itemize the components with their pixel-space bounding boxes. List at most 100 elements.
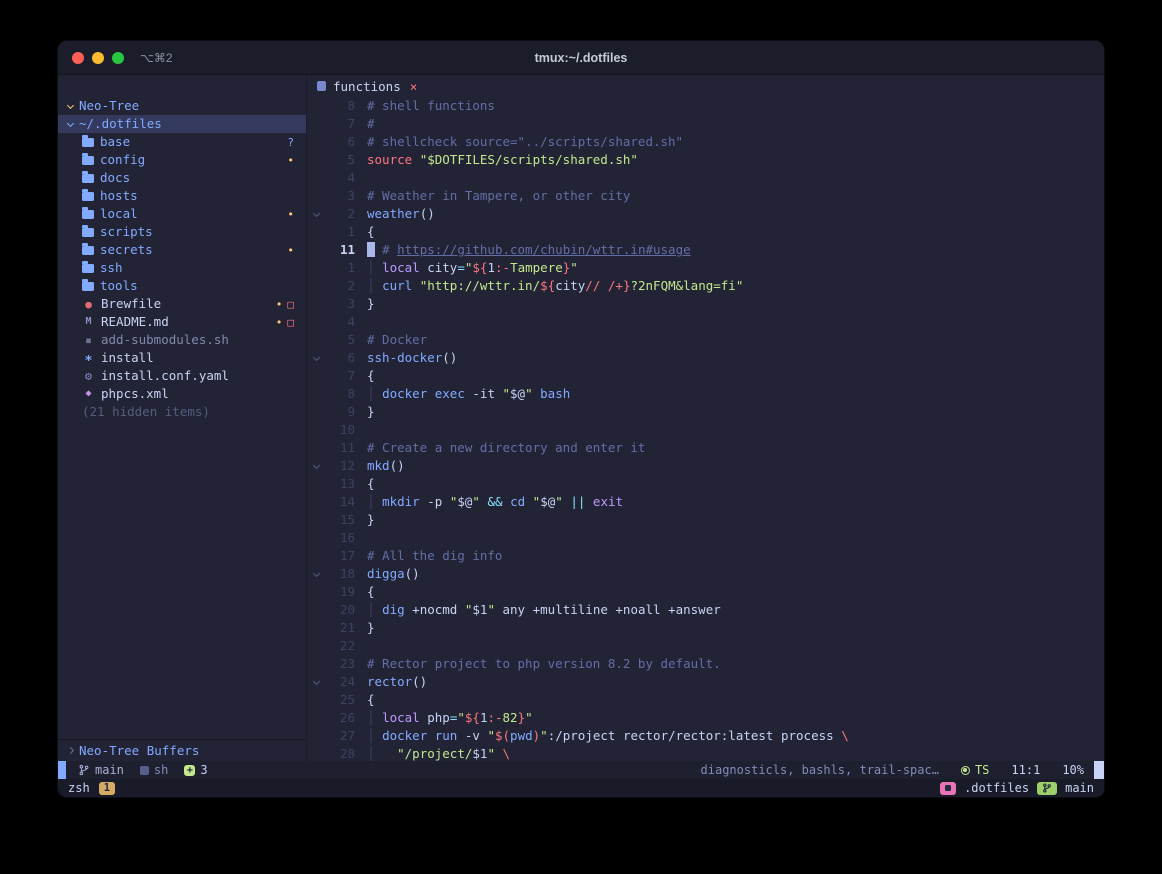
code-line[interactable]: 17# All the dig info bbox=[307, 547, 1104, 565]
scroll-percent: 10% bbox=[1062, 763, 1084, 777]
titlebar[interactable]: ⌥⌘2 tmux:~/.dotfiles bbox=[58, 41, 1104, 75]
tab-functions[interactable]: functions × bbox=[317, 79, 417, 94]
line-number: 24 bbox=[325, 673, 355, 691]
code-line[interactable]: 27│ docker run -v "$(pwd)":/project rect… bbox=[307, 727, 1104, 745]
code-line[interactable]: 5source "$DOTFILES/scripts/shared.sh" bbox=[307, 151, 1104, 169]
code-line[interactable]: 4 bbox=[307, 169, 1104, 187]
code-line[interactable]: 2│ curl "http://wttr.in/${city// /+}?2nF… bbox=[307, 277, 1104, 295]
code-line[interactable]: 8# shell functions bbox=[307, 97, 1104, 115]
code-line[interactable]: 16 bbox=[307, 529, 1104, 547]
git-status-mark: • bbox=[287, 155, 294, 166]
treesitter-icon bbox=[961, 766, 970, 775]
tmux-statusbar: zsh 1 .dotfiles main bbox=[58, 779, 1104, 797]
code-line[interactable]: 4 bbox=[307, 313, 1104, 331]
code-line[interactable]: 19{ bbox=[307, 583, 1104, 601]
code-line[interactable]: 11# Create a new directory and enter it bbox=[307, 439, 1104, 457]
code-text: # Docker bbox=[355, 331, 427, 349]
code-line[interactable]: 12mkd() bbox=[307, 457, 1104, 475]
filetype-icon bbox=[140, 766, 149, 775]
content-area: Neo-Tree ~/.dotfiles base?config•docshos… bbox=[58, 75, 1104, 761]
git-status-marks: ? bbox=[287, 137, 294, 148]
traffic-light-close[interactable] bbox=[72, 52, 84, 64]
code-line[interactable]: 10 bbox=[307, 421, 1104, 439]
code-line[interactable]: 21} bbox=[307, 619, 1104, 637]
tree-item-base[interactable]: base? bbox=[58, 133, 306, 151]
code-line[interactable]: 26│ local php="${1:-82}" bbox=[307, 709, 1104, 727]
tree-item-phpcs.xml[interactable]: phpcs.xml bbox=[58, 385, 306, 403]
tree-item-secrets[interactable]: secrets • bbox=[58, 241, 306, 259]
code-line[interactable]: 7{ bbox=[307, 367, 1104, 385]
treesitter-indicator: TS bbox=[961, 763, 989, 777]
updates-indicator: 3 bbox=[184, 763, 207, 777]
code-text: # Create a new directory and enter it bbox=[355, 439, 645, 457]
code-text: │ local city="${1:-Tampere}" bbox=[355, 259, 578, 277]
tree-item-tools[interactable]: tools bbox=[58, 277, 306, 295]
code-line[interactable]: 1│ local city="${1:-Tampere}" bbox=[307, 259, 1104, 277]
git-status-mark: • bbox=[287, 245, 294, 256]
code-line[interactable]: 2weather() bbox=[307, 205, 1104, 223]
code-line[interactable]: 18digga() bbox=[307, 565, 1104, 583]
code-text: │ mkdir -p "$@" && cd "$@" || exit bbox=[355, 493, 623, 511]
line-number: 18 bbox=[325, 565, 355, 583]
fold-chevron-icon[interactable] bbox=[307, 357, 325, 360]
git-status-marks: • bbox=[287, 245, 294, 256]
tmux-window-index-badge: 1 bbox=[99, 782, 115, 795]
tree-item-ssh[interactable]: ssh bbox=[58, 259, 306, 277]
code-line[interactable]: 8│ docker exec -it "$@" bash bbox=[307, 385, 1104, 403]
statusline-left: main sh 3 bbox=[66, 763, 220, 777]
tree-item-docs[interactable]: docs bbox=[58, 169, 306, 187]
tree-item-config[interactable]: config• bbox=[58, 151, 306, 169]
tree-root-item[interactable]: ~/.dotfiles bbox=[58, 115, 306, 133]
tmux-git-branch-icon bbox=[1037, 782, 1057, 795]
code-line[interactable]: 6ssh-docker() bbox=[307, 349, 1104, 367]
updates-count: 3 bbox=[200, 763, 207, 777]
chevron-right-icon bbox=[67, 747, 74, 754]
code-line[interactable]: 13{ bbox=[307, 475, 1104, 493]
code-line[interactable]: 25{ bbox=[307, 691, 1104, 709]
code-line[interactable]: 5# Docker bbox=[307, 331, 1104, 349]
traffic-lights bbox=[72, 52, 124, 64]
tree-item-Brewfile[interactable]: Brewfile•□ bbox=[58, 295, 306, 313]
mode-indicator-left bbox=[58, 761, 66, 779]
tree-item-scripts[interactable]: scripts bbox=[58, 223, 306, 241]
code-line[interactable]: 3} bbox=[307, 295, 1104, 313]
tmux-window-zsh[interactable]: zsh 1 bbox=[68, 781, 115, 795]
code-line[interactable]: 6# shellcheck source="../scripts/shared.… bbox=[307, 133, 1104, 151]
tree-item-README.md[interactable]: README.md•□ bbox=[58, 313, 306, 331]
line-number: 10 bbox=[325, 421, 355, 439]
cursor bbox=[367, 242, 375, 257]
fold-chevron-icon[interactable] bbox=[307, 681, 325, 684]
code-line-current[interactable]: 11 # https://github.com/chubin/wttr.in#u… bbox=[307, 241, 1104, 259]
code-line[interactable]: 1{ bbox=[307, 223, 1104, 241]
markdown-icon bbox=[82, 317, 95, 327]
traffic-light-minimize[interactable] bbox=[92, 52, 104, 64]
traffic-light-zoom[interactable] bbox=[112, 52, 124, 64]
tree-item-label: secrets bbox=[100, 241, 153, 259]
code-line[interactable]: 24rector() bbox=[307, 673, 1104, 691]
code-line[interactable]: 9} bbox=[307, 403, 1104, 421]
filetype-label: sh bbox=[154, 763, 168, 777]
tree-item-install.conf.yaml[interactable]: install.conf.yaml bbox=[58, 367, 306, 385]
fold-chevron-icon[interactable] bbox=[307, 573, 325, 576]
code-line[interactable]: 28│ "/project/$1" \ bbox=[307, 745, 1104, 761]
code-lines[interactable]: 8# shell functions7#6# shellcheck source… bbox=[307, 97, 1104, 761]
neotree-header[interactable]: Neo-Tree bbox=[58, 97, 306, 115]
tabline: functions × bbox=[307, 75, 1104, 97]
close-icon[interactable]: × bbox=[410, 79, 418, 94]
code-line[interactable]: 22 bbox=[307, 637, 1104, 655]
tree-item-local[interactable]: local• bbox=[58, 205, 306, 223]
tree-item-add-submodules.sh[interactable]: add-submodules.sh bbox=[58, 331, 306, 349]
tree-item-install[interactable]: install bbox=[58, 349, 306, 367]
tree-item-hosts[interactable]: hosts bbox=[58, 187, 306, 205]
fold-chevron-icon[interactable] bbox=[307, 465, 325, 468]
code-line[interactable]: 20│ dig +nocmd "$1" any +multiline +noal… bbox=[307, 601, 1104, 619]
code-line[interactable]: 23# Rector project to php version 8.2 by… bbox=[307, 655, 1104, 673]
code-line[interactable]: 15} bbox=[307, 511, 1104, 529]
code-line[interactable]: 7# bbox=[307, 115, 1104, 133]
code-line[interactable]: 14│ mkdir -p "$@" && cd "$@" || exit bbox=[307, 493, 1104, 511]
line-number: 11 bbox=[325, 241, 355, 259]
neotree-buffers-section[interactable]: Neo-Tree Buffers bbox=[58, 739, 306, 761]
line-number: 28 bbox=[325, 745, 355, 761]
code-line[interactable]: 3# Weather in Tampere, or other city bbox=[307, 187, 1104, 205]
fold-chevron-icon[interactable] bbox=[307, 213, 325, 216]
